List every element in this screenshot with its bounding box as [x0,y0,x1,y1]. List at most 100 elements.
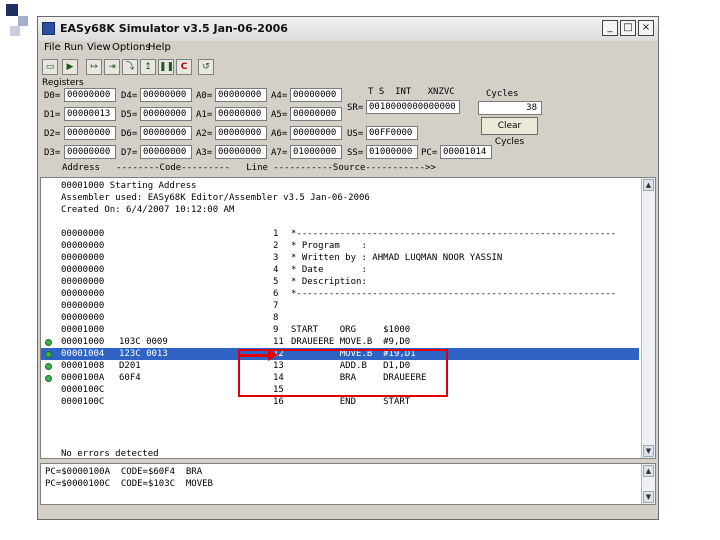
row-line-number: 9 [273,325,279,335]
breakpoint-icon[interactable] [45,339,52,346]
sr-field[interactable]: 0010000000000000 [366,100,460,114]
d5-field[interactable]: 00000000 [140,107,192,121]
d5-label: D5= [121,110,138,120]
row-source: DRAUEERE MOVE.B #9,D0 [291,337,411,347]
pause-icon[interactable]: ❚❚ [158,59,174,75]
row-line-number: 2 [273,241,279,251]
d6-label: D6= [121,129,138,139]
row-line-number: 11 [273,337,284,347]
us-label: US= [347,129,364,139]
pc-field[interactable]: 00001014 [440,145,492,159]
listing-row[interactable]: 00001000 103C 0009 11 DRAUEERE MOVE.B #9,D0 [41,336,639,348]
breakpoint-icon[interactable] [45,351,52,358]
window-title: EASy68K Simulator v3.5 Jan-06-2006 [60,22,288,35]
ss-field[interactable]: 01000000 [366,145,418,159]
a4-label: A4= [271,91,288,101]
clear-cycles-button[interactable]: Clear Cycles [481,117,538,147]
output-panel[interactable]: PC=$0000100A CODE=$60F4 BRA PC=$0000100C… [40,463,656,505]
close-button[interactable]: × [638,20,654,36]
listing-row[interactable]: 00000000 2 * Program : [41,240,639,252]
breakpoint-icon[interactable] [45,363,52,370]
d6-field[interactable]: 00000000 [140,126,192,140]
menu-help[interactable]: Help [148,42,171,53]
listing-row[interactable]: 00000000 6 *------------------------------… [41,288,639,300]
listing-row[interactable]: 00000000 3 * Written by : AHMAD LUQMAN NOO… [41,252,639,264]
a7-field[interactable]: 01000000 [290,145,342,159]
d2-field[interactable]: 00000000 [64,126,116,140]
row-source: * Program : [291,241,367,251]
run-to-cursor-icon[interactable]: ↥ [140,59,156,75]
listing-row[interactable]: 00000000 8 [41,312,639,324]
row-code: 123C 0013 [119,349,168,359]
menu-view[interactable]: View [87,42,111,53]
listing-scrollbar[interactable]: ▲ ▼ [641,178,655,458]
listing-row[interactable]: 00000000 7 [41,300,639,312]
output-line: PC=$0000100A CODE=$60F4 BRA [45,467,203,477]
d7-field[interactable]: 00000000 [140,145,192,159]
d3-field[interactable]: 00000000 [64,145,116,159]
reset-icon[interactable]: C [176,59,192,75]
scroll-up-icon[interactable]: ▲ [643,179,654,191]
a2-field[interactable]: 00000000 [215,126,267,140]
scroll-down-icon[interactable]: ▼ [643,491,654,503]
a4-field[interactable]: 00000000 [290,88,342,102]
cycles-field: 38 [478,101,542,115]
a5-label: A5= [271,110,288,120]
listing-header-line: Created On: 6/4/2007 10:12:00 AM [41,204,639,216]
source-listing-panel[interactable]: 00001000 Starting Address Assembler used… [40,177,656,459]
scroll-up-icon[interactable]: ▲ [643,465,654,477]
row-address: 0000100A [61,373,105,383]
slide-decoration-square [10,26,20,36]
row-code: D201 [119,361,141,371]
slide-decoration-square [6,4,18,16]
listing-row[interactable]: 00000000 1 *------------------------------… [41,228,639,240]
breakpoint-icon[interactable] [45,375,52,382]
us-field[interactable]: 00FF0000 [366,126,418,140]
a7-label: A7= [271,148,288,158]
d0-field[interactable]: 00000000 [64,88,116,102]
open-icon[interactable]: ▭ [42,59,58,75]
row-source: *---------------------------------------… [291,289,617,299]
output-scrollbar[interactable]: ▲ ▼ [641,464,655,504]
row-line-number: 4 [273,265,279,275]
row-line-number: 5 [273,277,279,287]
row-address: 00000000 [61,229,105,239]
d1-field[interactable]: 00000013 [64,107,116,121]
row-source: START ORG $1000 [291,325,411,335]
step-over-icon[interactable]: ⤵ [122,59,138,75]
row-line-number: 7 [273,301,279,311]
menu-run[interactable]: Run [64,42,83,53]
trace-icon[interactable]: ⇥ [104,59,120,75]
row-address: 00001000 [61,325,105,335]
minimize-button[interactable]: _ [602,20,618,36]
a5-field[interactable]: 00000000 [290,107,342,121]
step-icon[interactable]: ↦ [86,59,102,75]
a0-field[interactable]: 00000000 [215,88,267,102]
row-address: 0000100C [61,385,105,395]
created-on-text: Created On: 6/4/2007 10:12:00 AM [61,205,235,215]
title-bar[interactable]: EASy68K Simulator v3.5 Jan-06-2006 _ □ × [38,17,658,41]
listing-row[interactable]: 00000000 5 * Description: [41,276,639,288]
listing-row[interactable]: 00001000 9 START ORG $1000 [41,324,639,336]
row-source: * Date : [291,265,367,275]
a1-field[interactable]: 00000000 [215,107,267,121]
d4-field[interactable]: 00000000 [140,88,192,102]
menu-options[interactable]: Options [112,42,151,53]
maximize-button[interactable]: □ [620,20,636,36]
run-icon[interactable]: ▶ [62,59,78,75]
simulator-window: EASy68K Simulator v3.5 Jan-06-2006 _ □ ×… [37,16,659,520]
menu-file[interactable]: File [44,42,61,53]
row-address: 00000000 [61,277,105,287]
d1-label: D1= [44,110,61,120]
assembler-text: Assembler used: EASy68K Editor/Assembler… [61,193,370,203]
row-address: 0000100C [61,397,105,407]
scroll-down-icon[interactable]: ▼ [643,445,654,457]
listing-row[interactable]: 00000000 4 * Date : [41,264,639,276]
ss-label: SS= [347,148,364,158]
listing-row[interactable]: 0000100C 16 END START [41,396,639,408]
a6-field[interactable]: 00000000 [290,126,342,140]
registers-label: Registers [42,78,84,88]
a3-field[interactable]: 00000000 [215,145,267,159]
row-address: 00000000 [61,265,105,275]
listing-header-line: Assembler used: EASy68K Editor/Assembler… [41,192,639,204]
